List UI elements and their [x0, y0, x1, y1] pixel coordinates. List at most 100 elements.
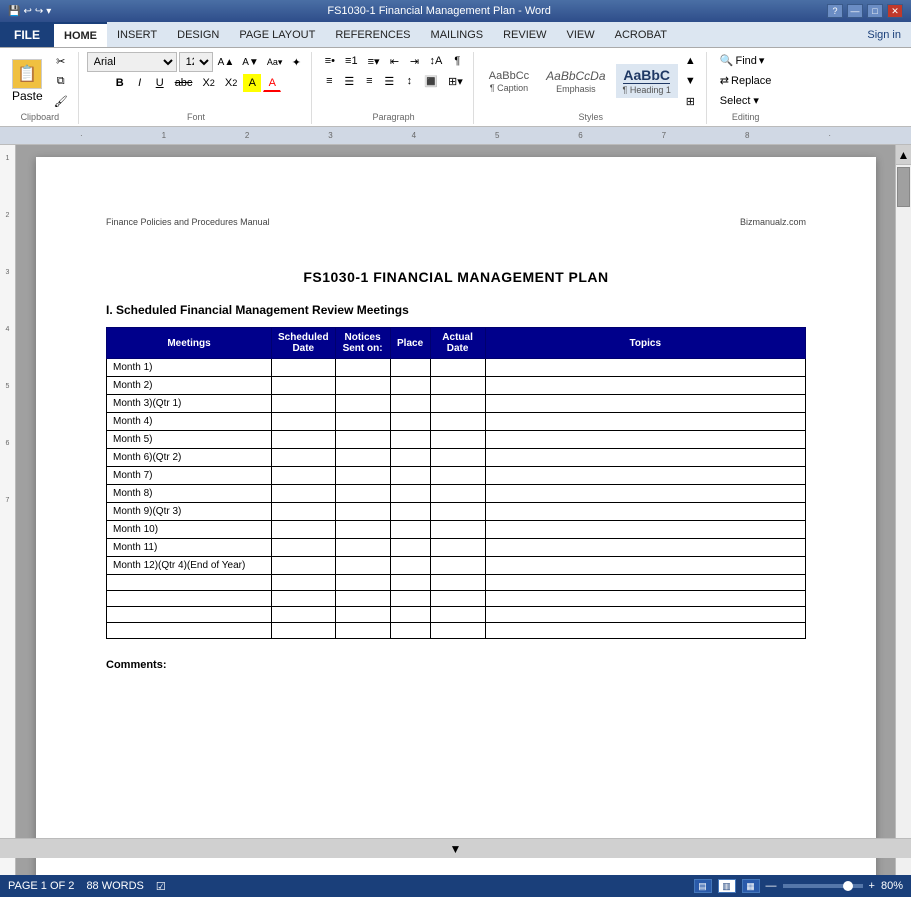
ribbon-group-font: Arial 12 A▲ A▼ Aa▾ ✦ B I U abc X2 X2 A A	[81, 52, 313, 124]
subscript-button[interactable]: X2	[198, 74, 218, 92]
vertical-scrollbar[interactable]: ▲ ▼	[895, 145, 911, 875]
quick-redo-icon[interactable]: ↪	[35, 6, 43, 17]
show-formatting-button[interactable]: ¶	[448, 52, 466, 70]
zoom-controls: ▤ ▥ ▦ — + 80%	[694, 879, 903, 893]
paragraph-row1: ≡• ≡1 ≡▾ ⇤ ⇥ ↕A ¶	[321, 52, 467, 70]
tab-file[interactable]: FILE	[0, 22, 54, 47]
tab-insert[interactable]: INSERT	[107, 22, 167, 47]
sort-button[interactable]: ↕A	[426, 52, 447, 70]
align-right-button[interactable]: ≡	[360, 72, 378, 90]
cut-button[interactable]: ✂	[50, 52, 72, 70]
main-area: 1 2 3 4 5 6 7 Finance Policies and Proce…	[0, 145, 911, 875]
table-body: Month 1)Month 2)Month 3)(Qtr 1)Month 4)M…	[107, 359, 806, 639]
sign-in-link[interactable]: Sign in	[857, 29, 911, 41]
maximize-button[interactable]: □	[867, 4, 883, 18]
clear-formatting-button[interactable]: ✦	[287, 53, 305, 71]
copy-button[interactable]: ⧉	[50, 72, 72, 90]
tab-mailings[interactable]: MAILINGS	[421, 22, 494, 47]
layout-btn-1[interactable]: ▤	[694, 879, 712, 893]
decrease-indent-button[interactable]: ⇤	[386, 52, 404, 70]
tab-home[interactable]: HOME	[54, 22, 107, 47]
table-row: Month 6)(Qtr 2)	[107, 449, 806, 467]
help-button[interactable]: ?	[827, 4, 843, 18]
scroll-down-button[interactable]: ▼	[0, 838, 911, 858]
zoom-out-button[interactable]: —	[766, 880, 777, 892]
multilevel-list-button[interactable]: ≡▾	[364, 52, 384, 70]
bold-button[interactable]: B	[111, 74, 129, 92]
underline-button[interactable]: U	[151, 74, 169, 92]
minimize-button[interactable]: —	[847, 4, 863, 18]
find-button[interactable]: 🔍 Find ▾	[715, 52, 770, 69]
tab-design[interactable]: DESIGN	[167, 22, 229, 47]
editing-controls: 🔍 Find ▾ ⇄ Replace Select ▾	[715, 52, 777, 110]
tab-acrobat[interactable]: ACROBAT	[605, 22, 677, 47]
font-name-select[interactable]: Arial	[87, 52, 177, 72]
shading-button[interactable]: 🔳	[420, 72, 442, 90]
cell-data	[485, 467, 805, 485]
superscript-button[interactable]: X2	[221, 74, 241, 92]
vertical-ruler: 1 2 3 4 5 6 7	[0, 145, 16, 875]
text-highlight-button[interactable]: A	[243, 74, 261, 92]
font-grow-button[interactable]: A▲	[215, 53, 238, 71]
font-color-button[interactable]: A	[263, 74, 281, 92]
zoom-in-button[interactable]: +	[869, 880, 875, 892]
borders-button[interactable]: ⊞▾	[444, 72, 467, 90]
bullets-button[interactable]: ≡•	[321, 52, 339, 70]
justify-button[interactable]: ☰	[380, 72, 398, 90]
cell-meeting-name: Month 9)(Qtr 3)	[107, 503, 272, 521]
paste-button[interactable]: 📋 Paste	[8, 57, 47, 105]
style-emphasis[interactable]: AaBbCcDa Emphasis	[539, 66, 612, 97]
paste-icon: 📋	[12, 59, 42, 89]
tab-review[interactable]: REVIEW	[493, 22, 556, 47]
scroll-up-button[interactable]: ▲	[896, 145, 911, 165]
quick-save-icon[interactable]: 💾	[8, 6, 20, 17]
change-case-button[interactable]: Aa▾	[264, 53, 286, 71]
increase-indent-button[interactable]: ⇥	[406, 52, 424, 70]
cell-data	[430, 557, 485, 575]
col-header-meetings: Meetings	[107, 328, 272, 359]
cell-data	[390, 607, 430, 623]
document-scroll-area[interactable]: Finance Policies and Procedures Manual B…	[16, 145, 895, 875]
italic-button[interactable]: I	[131, 74, 149, 92]
find-label: Find	[736, 55, 757, 67]
font-size-select[interactable]: 12	[179, 52, 213, 72]
tab-page-layout[interactable]: PAGE LAYOUT	[229, 22, 325, 47]
document-page: Finance Policies and Procedures Manual B…	[36, 157, 876, 875]
align-left-button[interactable]: ≡	[320, 72, 338, 90]
quick-undo-icon[interactable]: ↩	[23, 6, 31, 17]
cell-data	[390, 539, 430, 557]
format-painter-button[interactable]: 🖌	[50, 92, 72, 110]
cell-data	[430, 575, 485, 591]
line-spacing-button[interactable]: ↕	[400, 72, 418, 90]
numbering-button[interactable]: ≡1	[341, 52, 362, 70]
replace-button[interactable]: ⇄ Replace	[715, 72, 777, 89]
ribbon-group-paragraph: ≡• ≡1 ≡▾ ⇤ ⇥ ↕A ¶ ≡ ☰ ≡ ☰ ↕ 🔳 ⊞▾ Paragra…	[314, 52, 473, 124]
cell-data	[335, 503, 390, 521]
style-caption[interactable]: AaBbCc ¶ Caption	[482, 67, 536, 96]
tab-references[interactable]: REFERENCES	[325, 22, 420, 47]
font-shrink-button[interactable]: A▼	[239, 53, 262, 71]
align-center-button[interactable]: ☰	[340, 72, 358, 90]
zoom-thumb[interactable]	[843, 881, 853, 891]
layout-btn-2[interactable]: ▥	[718, 879, 736, 893]
styles-expand[interactable]: ⊞	[681, 92, 700, 110]
layout-btn-3[interactable]: ▦	[742, 879, 760, 893]
cell-meeting-name: Month 1)	[107, 359, 272, 377]
styles-scroll-down[interactable]: ▼	[681, 72, 700, 90]
styles-scroll-up[interactable]: ▲	[681, 52, 700, 70]
cell-data	[335, 467, 390, 485]
strikethrough-button[interactable]: abc	[171, 74, 197, 92]
cell-data	[390, 359, 430, 377]
cell-meeting-name: Month 8)	[107, 485, 272, 503]
select-label: Select ▾	[720, 94, 759, 107]
tab-view[interactable]: VIEW	[557, 22, 605, 47]
zoom-slider[interactable]	[783, 884, 863, 888]
cell-data	[485, 623, 805, 639]
header-left: Finance Policies and Procedures Manual	[106, 217, 270, 227]
scroll-thumb[interactable]	[897, 167, 911, 207]
style-heading1[interactable]: AaBbC ¶ Heading 1	[616, 64, 678, 98]
close-button[interactable]: ✕	[887, 4, 903, 18]
select-button[interactable]: Select ▾	[715, 92, 764, 109]
cell-data	[335, 413, 390, 431]
cell-data	[430, 623, 485, 639]
